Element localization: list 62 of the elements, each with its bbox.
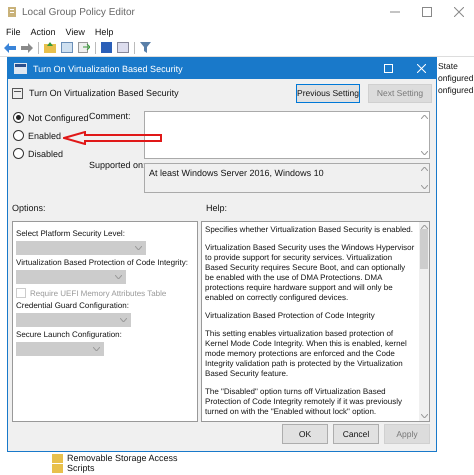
radio-button[interactable] (13, 148, 24, 159)
back-arrow-icon[interactable] (4, 42, 16, 52)
dialog-button[interactable]: OK (282, 424, 328, 444)
chevron-icon (115, 275, 122, 279)
option-label: Select Platform Security Level: (16, 229, 126, 238)
help-paragraph: Virtualization Based Security uses the Windows Hypervisor to provide support for security services. Virtualization Based Security requires Secure Boot, and can optionally be enabled with the use of DMA Protections. DMA protections require hardware support and will only be enabled on correctly configured devices. (205, 243, 416, 303)
close-icon[interactable] (454, 7, 464, 17)
nav-button[interactable]: Previous Setting (296, 84, 360, 102)
help-paragraph: The "Disabled" option turns off Virtualization Based Protection of Code Integrity remotely if it was previously turned on with the "Enabled without lock" option. (205, 387, 403, 417)
option-label: Credential Guard Configuration: (16, 301, 130, 310)
radio-button[interactable] (13, 112, 24, 123)
console-tree-icon[interactable] (61, 42, 73, 53)
radio-label[interactable]: Not Configured (28, 112, 89, 122)
setting-name: Turn On Virtualization Based Security (29, 88, 179, 98)
help-paragraph: This setting enables virtualization based protection of Kernel Mode Code Integrity. When this is enabled, kernel mode memory protections are enforced and the Code Integrity validation path is protected by the Virtualization Based Security feature. (205, 329, 408, 379)
scroll-down-icon[interactable] (420, 414, 428, 418)
scroll-down-icon[interactable] (421, 185, 428, 189)
chevron-icon (93, 347, 100, 351)
policy-setting-icon (12, 88, 23, 98)
supported-value: At least Windows Server 2016, Windows 10 (148, 167, 325, 180)
forward-arrow-icon[interactable] (21, 42, 33, 52)
menu-item[interactable]: View (66, 26, 85, 36)
option-label: Virtualization Based Protection of Code Integrity: (16, 258, 189, 267)
folder-up-icon[interactable] (44, 42, 56, 53)
radio-label[interactable]: Disabled (28, 148, 64, 158)
scrollbar[interactable] (419, 222, 429, 421)
supported-label: Supported on: (89, 160, 144, 170)
maximize-icon[interactable] (422, 7, 432, 17)
tree-item[interactable]: Scripts (67, 463, 95, 473)
help-paragraph: Virtualization Based Protection of Code Integrity (205, 311, 376, 321)
window-title: Local Group Policy Editor (22, 6, 135, 18)
options-label: Options: (12, 203, 47, 215)
menu-item[interactable]: Action (30, 26, 56, 36)
scroll-up-icon[interactable] (420, 225, 428, 229)
scroll-up-icon[interactable] (421, 115, 428, 119)
scroll-thumb[interactable] (420, 229, 428, 269)
table-cell: onfigured (438, 73, 474, 85)
scroll-up-icon[interactable] (421, 167, 428, 171)
chevron-icon (120, 318, 127, 322)
table-cell: onfigured (438, 85, 474, 97)
filter-icon[interactable] (140, 42, 151, 53)
setting-icon (14, 63, 27, 74)
comment-label: Comment: (89, 111, 132, 121)
column-header[interactable]: State (438, 61, 474, 73)
radio-button[interactable] (13, 130, 24, 141)
console-view-icon[interactable] (117, 42, 129, 53)
menu-item[interactable]: Help (94, 26, 114, 36)
export-icon[interactable] (78, 42, 90, 53)
chevron-icon (135, 246, 142, 250)
dialog-title: Turn On Virtualization Based Security (33, 64, 183, 74)
policy-editor-icon (6, 6, 18, 18)
comment-field[interactable] (144, 111, 430, 159)
folder-icon (52, 454, 63, 462)
option-label: Secure Launch Configuration: (16, 330, 123, 339)
help-paragraph: Specifies whether Virtualization Based Security is enabled. (205, 225, 414, 235)
help-label: Help: (206, 203, 228, 215)
scroll-down-icon[interactable] (421, 151, 428, 155)
tree-item[interactable]: Removable Storage Access (67, 453, 178, 463)
radio-label[interactable]: Enabled (28, 130, 62, 140)
dialog-button[interactable]: Cancel (333, 424, 379, 444)
menu-item[interactable]: File (6, 26, 21, 36)
folder-icon (52, 464, 63, 472)
